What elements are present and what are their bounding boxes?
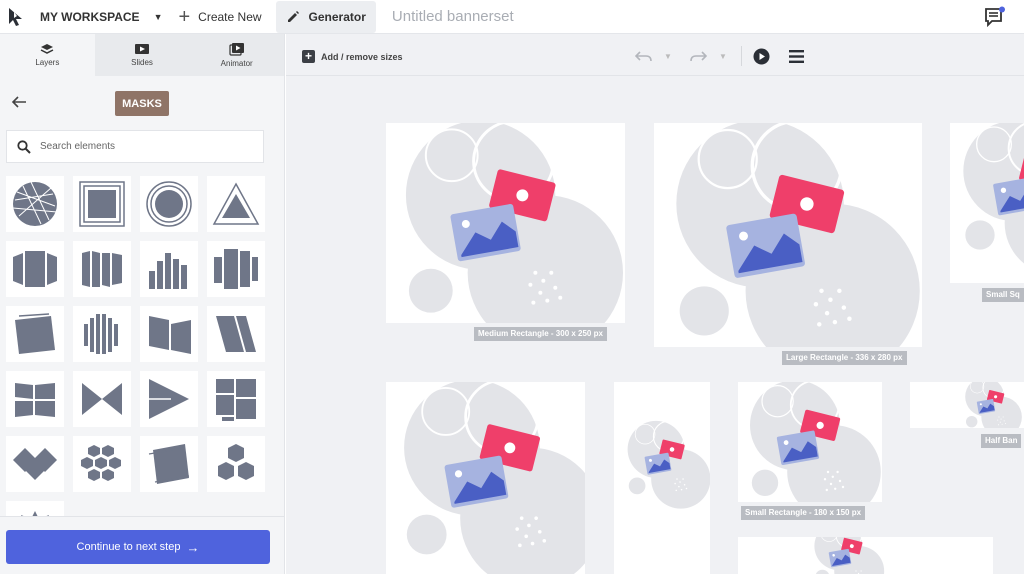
generator-button[interactable]: Generator <box>275 0 376 33</box>
mask-tile-bars[interactable] <box>140 241 198 297</box>
mask-tile-triangle-frame[interactable] <box>207 176 265 232</box>
mask-tile-star[interactable] <box>6 501 64 516</box>
undo-history-icon[interactable]: ▼ <box>664 52 672 61</box>
plus-icon: + <box>178 5 191 28</box>
tab-slides-label: Slides <box>131 58 153 67</box>
mask-tile-square-frame[interactable] <box>73 176 131 232</box>
back-arrow-icon[interactable] <box>11 95 27 114</box>
continue-button[interactable]: Continue to next step → <box>6 530 270 564</box>
mask-tile-diamonds[interactable] <box>6 436 64 492</box>
mask-tile-windows[interactable] <box>6 371 64 427</box>
mask-tile-arrow-triangles[interactable] <box>140 371 198 427</box>
tab-animator[interactable]: Animator <box>189 34 285 76</box>
feedback-icon[interactable] <box>984 6 1006 33</box>
mask-tile-stripes[interactable] <box>73 306 131 362</box>
banner-illustration <box>749 382 882 502</box>
banner-illustration <box>404 123 625 323</box>
workspace-label: MY WORKSPACE <box>40 9 140 24</box>
banner-size-label: Small Sq <box>982 288 1024 302</box>
slides-icon <box>135 44 149 54</box>
mask-tile-rotated-squares[interactable] <box>140 436 198 492</box>
logo-cursor-icon[interactable] <box>2 0 32 34</box>
banner-size-label: Half Ban <box>981 434 1022 448</box>
mask-tile-bowtie[interactable] <box>73 371 131 427</box>
mask-tile-folded-panels[interactable] <box>140 306 198 362</box>
mask-tile-panels-3[interactable] <box>207 241 265 297</box>
document-title[interactable]: Untitled bannerset <box>392 8 514 25</box>
generator-label: Generator <box>308 9 366 24</box>
banner-size-label: Small Rectangle - 180 x 150 px <box>741 506 866 520</box>
add-remove-sizes-label: Add / remove sizes <box>321 51 403 62</box>
panel-divider <box>0 516 285 517</box>
banner-illustration <box>962 123 1024 276</box>
banner-illustration <box>674 123 922 347</box>
top-bar: MY WORKSPACE ▼ + Create New Generator Un… <box>0 0 1024 34</box>
tab-animator-label: Animator <box>220 59 253 68</box>
banner-medium-rectangle[interactable] <box>386 123 625 323</box>
redo-history-icon[interactable]: ▼ <box>719 52 727 61</box>
category-badge: MASKS <box>115 91 169 116</box>
redo-icon[interactable] <box>689 49 708 68</box>
banner-illustration <box>964 382 1023 428</box>
layers-icon <box>40 44 54 54</box>
workspace-dropdown[interactable]: MY WORKSPACE ▼ <box>40 0 162 34</box>
mask-tile-block-grid[interactable] <box>207 371 265 427</box>
banner-square[interactable] <box>386 382 585 574</box>
arrow-right-icon: → <box>186 539 200 555</box>
mask-tile-parallelogram[interactable] <box>207 306 265 362</box>
mask-tile-hexagons[interactable] <box>207 436 265 492</box>
banner-illustration <box>402 382 585 574</box>
banner-leaderboard[interactable] <box>738 537 993 574</box>
mask-tile-hexagons-grid[interactable] <box>73 436 131 492</box>
panel-tabs: Layers Slides Animator <box>0 34 285 76</box>
search-icon <box>17 139 31 154</box>
banner-half-banner[interactable] <box>910 382 1024 428</box>
mask-tile-circle-frame[interactable] <box>140 176 198 232</box>
mask-tile-panels-1[interactable] <box>6 241 64 297</box>
plus-box-icon: + <box>302 50 315 63</box>
create-new-button[interactable]: + Create New <box>178 0 261 34</box>
banner-small-rectangle[interactable] <box>738 382 882 502</box>
banner-size-label: Medium Rectangle - 300 x 250 px <box>474 327 607 341</box>
banner-large-rectangle[interactable] <box>654 123 922 347</box>
tab-slides[interactable]: Slides <box>94 34 190 76</box>
banner-size-label: Large Rectangle - 336 x 280 px <box>782 351 907 365</box>
tab-layers-label: Layers <box>35 58 60 67</box>
toolbar-divider <box>741 46 742 66</box>
continue-label: Continue to next step <box>76 541 181 553</box>
left-panel: Layers Slides Animator MASKS Search elem… <box>0 34 285 574</box>
banner-illustration <box>627 420 710 510</box>
play-icon[interactable] <box>753 48 770 70</box>
search-box[interactable] <box>6 130 264 163</box>
tab-layers[interactable]: Layers <box>0 34 95 76</box>
banner-skyscraper[interactable] <box>614 382 710 574</box>
banner-small-square[interactable] <box>950 123 1024 283</box>
canvas-toolbar: + Add / remove sizes ▼ ▼ <box>286 34 1024 76</box>
mask-elements-grid <box>6 176 276 516</box>
pencil-icon <box>287 10 299 22</box>
menu-icon[interactable] <box>789 50 804 68</box>
add-remove-sizes-button[interactable]: + Add / remove sizes <box>302 50 403 63</box>
mask-tile-panels-2[interactable] <box>73 241 131 297</box>
canvas-area: + Add / remove sizes ▼ ▼ Medium Rectangl… <box>286 34 1024 574</box>
animator-icon <box>229 43 244 56</box>
chevron-down-icon: ▼ <box>153 11 163 22</box>
undo-icon[interactable] <box>634 49 653 68</box>
search-input[interactable] <box>40 141 240 152</box>
mask-tile-scribble-circle[interactable] <box>6 176 64 232</box>
create-new-label: Create New <box>198 9 262 24</box>
mask-tile-skew-squares[interactable] <box>6 306 64 362</box>
banner-illustration <box>813 537 885 574</box>
